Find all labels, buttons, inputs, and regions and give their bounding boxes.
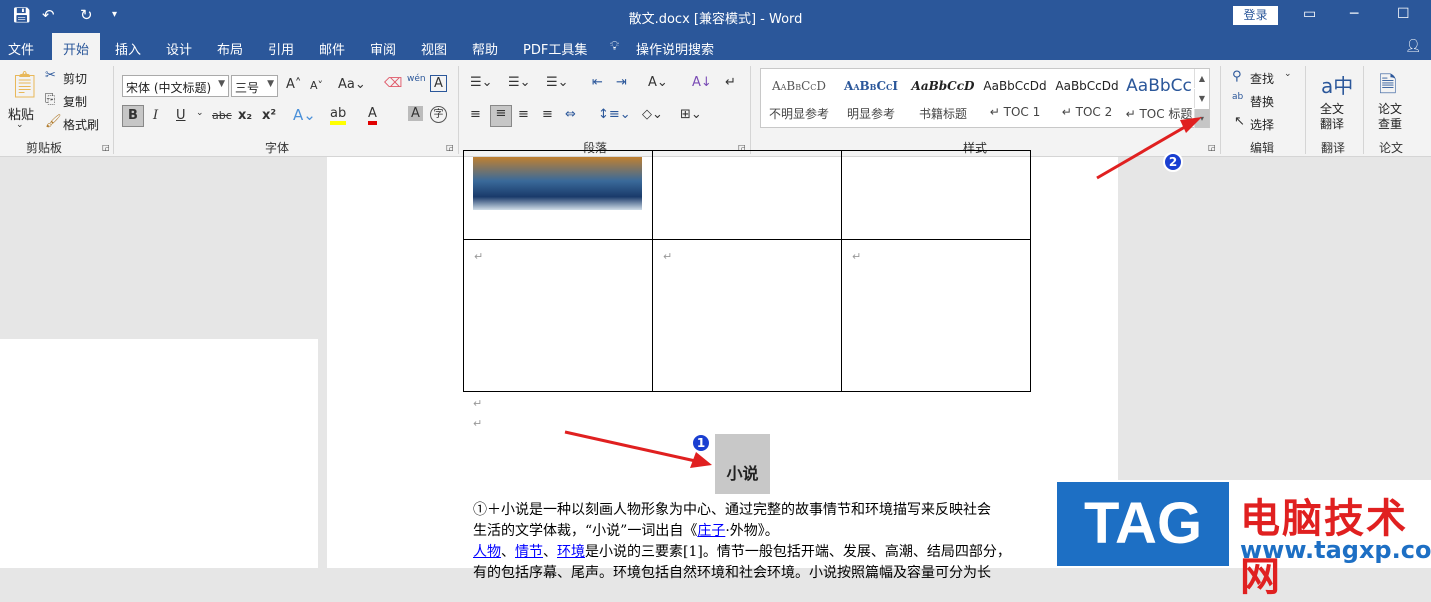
arrow-1-head — [690, 452, 712, 468]
step-badge-1: 1 — [691, 433, 711, 453]
watermark: TAG 电脑技术网 www.tagxp.com — [1055, 480, 1431, 600]
arrow-2-head — [1180, 117, 1202, 133]
watermark-url: www.tagxp.com — [1240, 536, 1431, 564]
arrow-1 — [564, 430, 701, 464]
watermark-logo: TAG — [1057, 482, 1229, 566]
step-badge-2: 2 — [1163, 152, 1183, 172]
